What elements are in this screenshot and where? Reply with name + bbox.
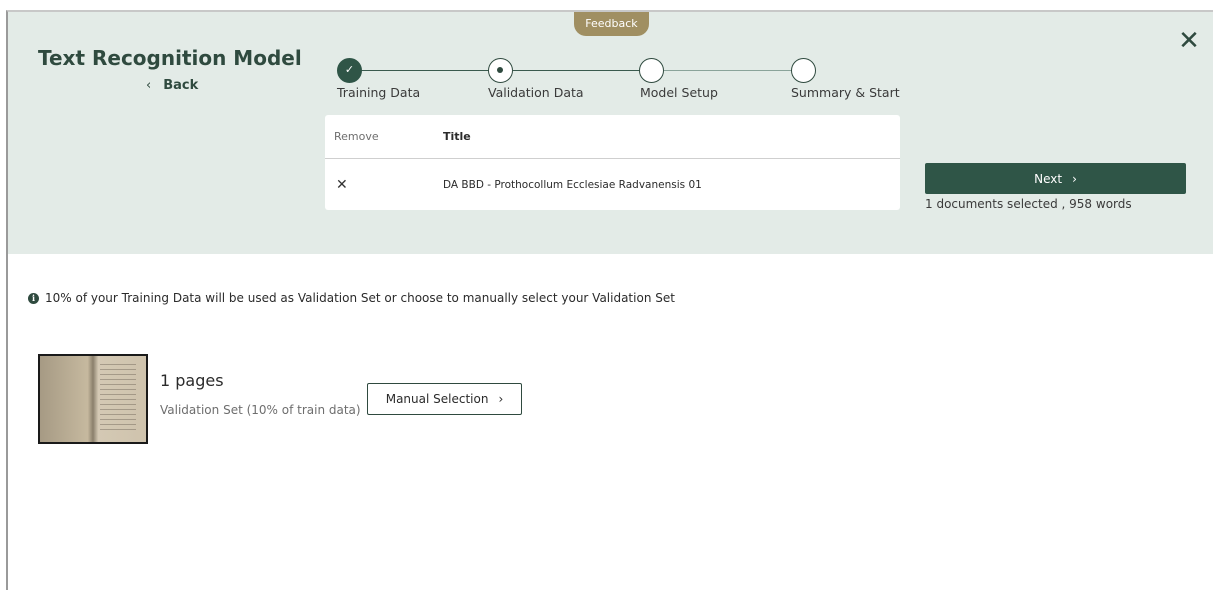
column-header-remove: Remove xyxy=(334,130,379,143)
step-connector xyxy=(664,70,792,71)
selection-summary: 1 documents selected , 958 words xyxy=(925,197,1132,211)
chevron-right-icon: › xyxy=(498,392,504,406)
page-title: Text Recognition Model xyxy=(38,46,302,70)
step-label-training-data: Training Data xyxy=(337,85,421,100)
info-message: i 10% of your Training Data will be used… xyxy=(28,291,675,305)
feedback-tab[interactable]: Feedback xyxy=(574,12,649,36)
selected-documents-table: Remove Title ✕ DA BBD - Prothocollum Ecc… xyxy=(325,115,900,210)
next-button[interactable]: Next › xyxy=(925,163,1186,194)
step-label-model-setup: Model Setup xyxy=(640,85,718,100)
validation-set-description: Validation Set (10% of train data) xyxy=(160,403,361,417)
step-indicator-model-setup xyxy=(639,58,664,83)
step-indicator-validation-data xyxy=(488,58,513,83)
chevron-left-icon: ‹ xyxy=(146,78,152,93)
step-indicator-summary-start xyxy=(791,58,816,83)
header-divider xyxy=(325,158,900,159)
back-button[interactable]: ‹ Back xyxy=(146,78,198,93)
manuscript-page-image xyxy=(40,356,146,442)
manual-selection-label: Manual Selection xyxy=(385,392,489,406)
step-indicator-training-data: ✓ xyxy=(337,58,362,83)
table-row-title: DA BBD - Prothocollum Ecclesiae Radvanen… xyxy=(443,179,702,191)
step-connector xyxy=(513,70,640,71)
next-button-label: Next xyxy=(1034,171,1063,186)
step-connector xyxy=(361,70,489,71)
back-label: Back xyxy=(163,78,199,93)
info-text: 10% of your Training Data will be used a… xyxy=(45,291,675,305)
close-icon[interactable]: ✕ xyxy=(1176,28,1202,54)
step-label-validation-data: Validation Data xyxy=(488,85,584,100)
chevron-right-icon: › xyxy=(1072,171,1077,186)
step-label-summary-start: Summary & Start xyxy=(791,85,900,100)
document-thumbnail xyxy=(38,354,148,444)
manual-selection-button[interactable]: Manual Selection › xyxy=(367,383,522,415)
validation-pages-count: 1 pages xyxy=(160,371,224,390)
info-icon: i xyxy=(28,292,39,304)
remove-row-icon[interactable]: ✕ xyxy=(336,177,348,193)
column-header-title: Title xyxy=(443,130,471,143)
